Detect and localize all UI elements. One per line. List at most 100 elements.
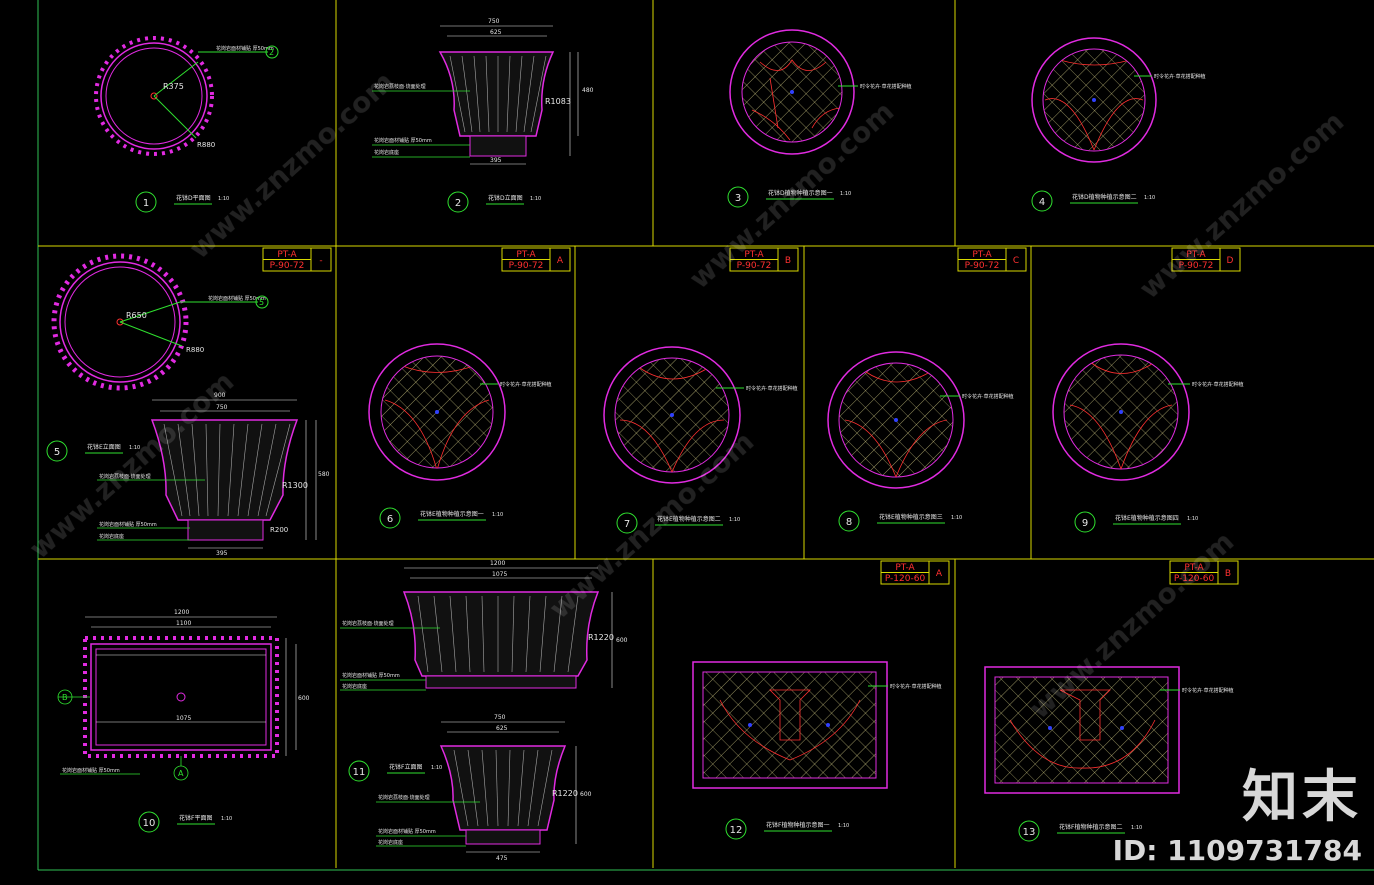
drawing-scale-2: 1:10 [530, 196, 541, 202]
drawing-title-5: 花钵E立面图 [87, 443, 121, 451]
callout-granite-11b: 花岗岩面材铺贴 厚50mm [378, 828, 436, 835]
drawing-number-3: 3 [735, 193, 741, 204]
tag-letter-5: A [936, 569, 943, 579]
drawing-scale-4: 1:10 [1144, 195, 1155, 201]
tag-letter-6: B [1225, 569, 1231, 579]
drawing-number-6: 6 [387, 514, 393, 525]
dim-f11b-r: R1220 [552, 789, 578, 798]
drawing-scale-8: 1:10 [951, 515, 962, 521]
drawing-title-2: 花钵D立面图 [488, 194, 523, 202]
drawing-title-8: 花钵E植物种植示意图三 [879, 513, 943, 521]
watermark-site-1: www.znzmo.com [183, 65, 401, 266]
callout-plant-8: 时令花卉·草花搭配种植 [962, 393, 1014, 400]
callout-plant-9: 时令花卉·草花搭配种植 [1192, 381, 1244, 388]
dim-d-r375: R375 [163, 82, 184, 91]
callout-base-2: 花岗岩底座 [374, 149, 399, 156]
callout-plant-12: 时令花卉·草花搭配种植 [890, 683, 942, 690]
drawing-title-1: 花钵D平面图 [176, 194, 211, 202]
dim-f11-h: 600 [616, 637, 628, 644]
dim-f11-in: 1075 [492, 571, 507, 578]
dim-e5-h: 580 [318, 471, 330, 478]
dim-r880-5: R880 [186, 346, 204, 354]
drawing-number-8: 8 [846, 517, 852, 528]
dim-e2-in: 625 [490, 29, 502, 36]
dim-d-r650: R650 [126, 311, 147, 320]
drawing-8-planting-plan [827, 351, 965, 489]
drawing-scale-3: 1:10 [840, 191, 851, 197]
tag-spec-5: P-120-60 [885, 574, 926, 584]
callout-base-11b: 花岗岩底座 [378, 839, 403, 846]
tag-spec-2: P-90-72 [737, 261, 772, 271]
watermark-brand: 知末 [1242, 765, 1362, 830]
callout-plant-7: 时令花卉·草花搭配种植 [746, 385, 798, 392]
drawing-number-12: 12 [730, 825, 743, 836]
drawing-number-11: 11 [353, 767, 366, 778]
tag-code-1: PT-A [516, 250, 536, 260]
callout-base-11: 花岗岩底座 [342, 683, 367, 690]
section-marker-a: A [178, 769, 184, 778]
dim-r880-1: R880 [197, 141, 215, 149]
callout-plant-4: 时令花卉·草花搭配种植 [1154, 73, 1206, 80]
dim-e2-base: 395 [490, 157, 502, 164]
dim-f10-h: 600 [298, 695, 310, 702]
drawing-title-11: 花钵F立面图 [389, 763, 422, 771]
drawing-title-9: 花钵E植物种植示意图四 [1115, 514, 1179, 522]
dim-f11-top: 1200 [490, 560, 505, 567]
drawing-title-6: 花钵E植物种植示意图一 [420, 510, 484, 518]
callout-granite-2: 花岗岩面材铺贴 厚50mm [374, 137, 432, 144]
drawing-number-1: 1 [143, 198, 149, 209]
watermark-site-3: www.znzmo.com [1133, 105, 1351, 306]
drawing-title-13: 花钵F植物种植示意图二 [1059, 823, 1122, 831]
callout-plant-13: 时令花卉·草花搭配种植 [1182, 687, 1234, 694]
drawing-12-planting-plan [692, 661, 888, 789]
drawing-scale-12: 1:10 [838, 823, 849, 829]
dim-f11b-top: 750 [494, 714, 506, 721]
drawing-title-10: 花钵F平面图 [179, 814, 212, 822]
drawing-9-planting-plan [1052, 343, 1190, 481]
drawing-scale-6: 1:10 [492, 512, 503, 518]
dim-f11-r: R1220 [588, 633, 614, 642]
drawing-number-13: 13 [1023, 827, 1036, 838]
drawing-scale-10: 1:10 [221, 816, 232, 822]
drawing-number-4: 4 [1039, 197, 1045, 208]
dim-e2-r: R1083 [545, 97, 571, 106]
drawing-number-5: 5 [54, 447, 60, 458]
drawing-10-plan [57, 616, 297, 781]
dim-e2-h: 480 [582, 87, 594, 94]
tag-spec-3: P-90-72 [965, 261, 1000, 271]
callout-plant-3: 时令花卉·草花搭配种植 [860, 83, 912, 90]
drawing-1-plan [94, 36, 268, 156]
tag-spec-0: P-90-72 [270, 261, 305, 271]
drawing-number-10: 10 [143, 818, 156, 829]
drawing-scale-9: 1:10 [1187, 516, 1198, 522]
drawing-4-planting-plan [1031, 37, 1157, 163]
dim-f11b-in: 625 [496, 725, 508, 732]
callout-base-5: 花岗岩底座 [99, 533, 124, 540]
callout-granite-10: 花岗岩面材铺贴 厚50mm [62, 767, 120, 774]
section-marker-2-label: 2 [269, 48, 274, 57]
section-marker-b: B [62, 693, 68, 702]
tag-letter-0: - [319, 256, 322, 266]
tag-code-5: PT-A [895, 563, 915, 573]
dim-e5-r: R1300 [282, 481, 308, 490]
callout-surface-11b: 花岗岩荔枝面·烧面处理 [378, 794, 430, 801]
cad-drawing-sheet: R375 花岗岩面材铺贴 厚50mm R880 2 750 625 395 R1… [23, 0, 1374, 871]
tag-code-0: PT-A [277, 250, 297, 260]
section-marker-5-label: 5 [259, 298, 264, 307]
callout-plant-6: 时令花卉·草花搭配种植 [500, 381, 552, 388]
drawing-scale-13: 1:10 [1131, 825, 1142, 831]
watermark-id: ID: 1109731784 [1112, 834, 1362, 867]
dim-e2-top: 750 [488, 18, 500, 25]
drawing-number-9: 9 [1082, 518, 1088, 529]
tag-code-3: PT-A [972, 250, 992, 260]
drawing-number-2: 2 [455, 198, 461, 209]
callout-granite-5b: 花岗岩面材铺贴 厚50mm [99, 521, 157, 528]
tag-spec-1: P-90-72 [509, 261, 544, 271]
callout-surface-11: 花岗岩荔枝面·烧面处理 [342, 620, 394, 627]
drawing-title-4: 花钵D植物种植示意图二 [1072, 193, 1137, 201]
drawing-scale-7: 1:10 [729, 517, 740, 523]
dim-f11b-base: 475 [496, 855, 508, 862]
drawing-6-planting-plan [368, 343, 506, 481]
dim-e5-r2: R200 [270, 526, 288, 534]
dim-f11b-h: 600 [580, 791, 592, 798]
